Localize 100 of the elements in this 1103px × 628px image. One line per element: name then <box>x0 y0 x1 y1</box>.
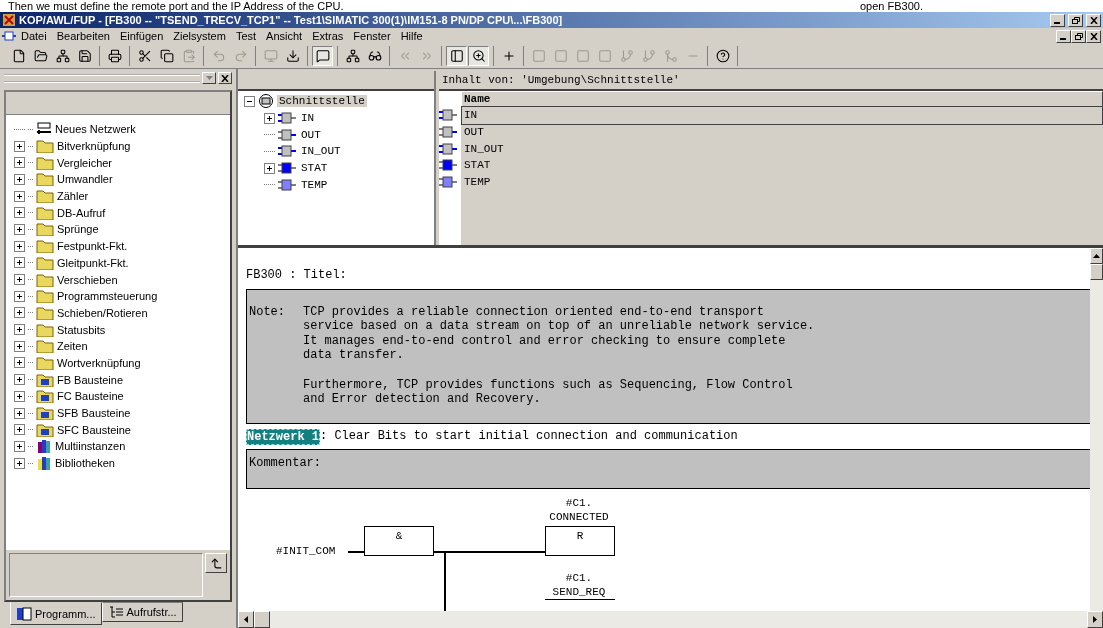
menu-item[interactable]: Fenster <box>348 30 396 42</box>
plus-icon <box>16 442 23 450</box>
tree-item[interactable]: Festpunkt-Fkt. <box>57 240 128 253</box>
tree-item[interactable]: Multiinstanzen <box>55 440 126 453</box>
expand-button[interactable] <box>14 457 25 469</box>
tree-item[interactable]: Bibliotheken <box>55 457 115 470</box>
tree-item[interactable]: TEMP <box>299 178 330 191</box>
expand-button[interactable] <box>14 390 25 402</box>
expand-button[interactable] <box>14 307 25 319</box>
expand-button[interactable] <box>14 157 25 169</box>
expand-button[interactable] <box>14 274 25 286</box>
expand-button[interactable] <box>14 240 25 252</box>
zoom-button[interactable] <box>468 46 489 66</box>
expand-button[interactable] <box>14 190 25 202</box>
tree-item[interactable]: IN <box>299 112 317 125</box>
plus-icon <box>16 459 23 467</box>
list-item[interactable]: STAT <box>461 156 1103 175</box>
tree-item[interactable]: SFC Bausteine <box>57 423 131 436</box>
tree-item[interactable]: Gleitpunkt-Fkt. <box>57 256 129 269</box>
expand-button[interactable] <box>14 424 25 436</box>
expand-button[interactable] <box>264 162 275 174</box>
panel-tab[interactable]: Aufrufstr... <box>101 602 183 622</box>
restore-button[interactable] <box>1068 13 1083 27</box>
expand-button[interactable] <box>14 290 25 302</box>
tree-item[interactable]: Verschieben <box>57 273 118 286</box>
scroll-right-button[interactable] <box>1087 611 1103 628</box>
expand-button[interactable] <box>14 257 25 269</box>
scroll-left-button[interactable] <box>238 611 254 628</box>
tree-item[interactable]: Sprünge <box>57 223 99 236</box>
column-header[interactable]: Name <box>461 91 1103 107</box>
minimize-button[interactable] <box>1050 13 1065 27</box>
plus-icon <box>16 159 23 167</box>
expand-button[interactable] <box>14 340 25 352</box>
close-button[interactable] <box>1086 13 1101 27</box>
tree-item[interactable]: Umwandler <box>57 173 113 186</box>
vertical-scrollbar[interactable] <box>1090 248 1103 611</box>
document-icon[interactable] <box>2 31 16 41</box>
tree-item[interactable]: Zeiten <box>57 340 88 353</box>
tree-item[interactable]: SFB Bausteine <box>57 407 131 420</box>
dropdown-button[interactable] <box>202 72 216 84</box>
expand-button[interactable] <box>14 357 25 369</box>
restore-button[interactable] <box>1071 29 1086 43</box>
folder-icon <box>36 339 54 354</box>
expand-button[interactable] <box>14 223 25 235</box>
collapse-button[interactable] <box>244 95 255 107</box>
minimize-button[interactable] <box>1056 29 1071 43</box>
plus-icon <box>16 276 23 284</box>
close-button[interactable] <box>1086 29 1101 43</box>
up-arrow-icon <box>1093 254 1100 258</box>
list-icon <box>107 605 124 619</box>
horizontal-scrollbar[interactable] <box>238 611 1103 628</box>
tree-item[interactable]: FC Bausteine <box>57 390 124 403</box>
expand-button[interactable] <box>264 112 275 124</box>
menu-item[interactable]: Test <box>230 30 262 42</box>
tree-item[interactable]: Schieben/Rotieren <box>57 306 148 319</box>
menu-item[interactable]: Hilfe <box>395 30 428 42</box>
wire <box>348 550 364 553</box>
menu-item[interactable]: Ansicht <box>261 30 308 42</box>
expand-button[interactable] <box>14 440 25 452</box>
list-item[interactable]: OUT <box>461 122 1103 142</box>
menu-item[interactable]: Extras <box>307 30 349 42</box>
expand-button[interactable] <box>14 324 25 336</box>
close-button[interactable] <box>218 72 232 84</box>
tree-item[interactable]: Statusbits <box>57 323 106 336</box>
jump-button[interactable] <box>205 553 227 573</box>
menu-item[interactable]: Zielsystem <box>168 30 231 42</box>
tree-item[interactable]: OUT <box>299 128 323 141</box>
tree-item[interactable]: Bitverknüpfung <box>57 140 131 153</box>
expand-button[interactable] <box>14 374 25 386</box>
expand-button[interactable] <box>14 140 25 152</box>
list-item[interactable]: TEMP <box>461 172 1103 192</box>
scroll-thumb[interactable] <box>1090 264 1103 280</box>
scroll-up-button[interactable] <box>1090 248 1103 264</box>
grip-handle[interactable] <box>4 73 200 83</box>
tree-item[interactable]: Neues Netzwerk <box>55 123 136 136</box>
interface-block-icon <box>439 142 457 155</box>
expand-button[interactable] <box>14 173 25 185</box>
tree-item[interactable]: DB-Aufruf <box>57 206 106 219</box>
menu-item[interactable]: Bearbeiten <box>51 30 115 42</box>
list-item[interactable]: IN_OUT <box>461 139 1103 159</box>
tree-item[interactable]: Zähler <box>57 190 89 203</box>
menu-item[interactable]: Datei <box>16 30 52 42</box>
plus-icon <box>16 342 23 350</box>
menu-item[interactable]: Einfügen <box>114 30 169 42</box>
tree-item[interactable]: STAT <box>299 162 330 175</box>
tree-item[interactable]: Wortverknüpfung <box>57 356 141 369</box>
tree-item[interactable]: FB Bausteine <box>57 373 124 386</box>
tree-item[interactable]: Schnittstelle <box>277 95 367 108</box>
tree-item[interactable]: IN_OUT <box>299 145 343 158</box>
expand-button[interactable] <box>14 207 25 219</box>
tree-item[interactable]: Programmsteuerung <box>57 290 158 303</box>
scroll-thumb[interactable] <box>254 611 270 628</box>
panel-button[interactable] <box>446 46 467 66</box>
list-item[interactable]: IN <box>461 106 1103 125</box>
tree-item[interactable]: Vergleicher <box>57 156 113 169</box>
network-label[interactable]: Netzwerk 1 <box>246 428 320 445</box>
panel-tab[interactable]: Programm... <box>10 602 102 625</box>
square-icon <box>553 49 568 63</box>
expand-button[interactable] <box>14 407 25 419</box>
overview-button[interactable] <box>312 46 333 66</box>
